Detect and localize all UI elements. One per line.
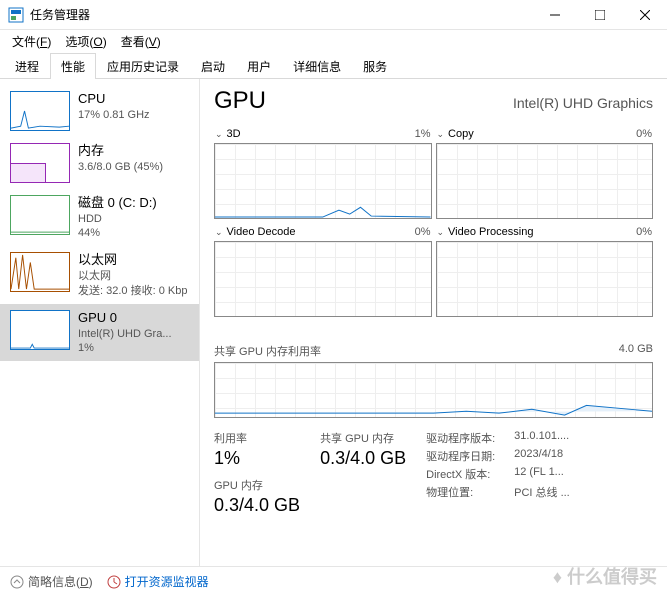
tab-processes[interactable]: 进程 (4, 53, 50, 79)
main-panel: GPU Intel(R) UHD Graphics ⌄3D 1% ⌄Copy 0… (200, 79, 667, 566)
ethernet-sub2: 发送: 32.0 接收: 0 Kbp (78, 284, 187, 298)
sidebar-item-ethernet[interactable]: 以太网 以太网 发送: 32.0 接收: 0 Kbp (0, 246, 199, 303)
app-icon (8, 7, 24, 23)
content: CPU 17% 0.81 GHz 内存 3.6/8.0 GB (45%) 磁盘 … (0, 79, 667, 566)
chart-decode-label[interactable]: ⌄Video Decode (215, 226, 295, 238)
maximize-button[interactable] (577, 0, 622, 29)
fewer-details-link[interactable]: 简略信息(D) (10, 573, 93, 590)
tab-details[interactable]: 详细信息 (282, 53, 352, 79)
gpu-mem-value: 0.3/4.0 GB (214, 495, 300, 516)
footer: 简略信息(D) 打开资源监视器 (0, 566, 667, 596)
tab-users[interactable]: 用户 (236, 53, 282, 79)
tab-performance[interactable]: 性能 (50, 53, 96, 79)
chart-copy-label[interactable]: ⌄Copy (437, 128, 474, 140)
device-name: Intel(R) UHD Graphics (513, 95, 653, 111)
ethernet-title: 以太网 (78, 252, 187, 269)
menu-options[interactable]: 选项(O) (59, 31, 112, 52)
menubar: 文件(F) 选项(O) 查看(V) (0, 30, 667, 52)
menu-file[interactable]: 文件(F) (6, 31, 57, 52)
gpu-sub1: Intel(R) UHD Gra... (78, 327, 172, 341)
tab-services[interactable]: 服务 (352, 53, 398, 79)
gpu-sub2: 1% (78, 341, 172, 355)
chart-shared-memory[interactable] (214, 362, 653, 418)
tab-startup[interactable]: 启动 (190, 53, 236, 79)
memory-title: 内存 (78, 143, 163, 160)
chart-decode[interactable]: ⌄Video Decode 0% (214, 241, 432, 317)
cpu-title: CPU (78, 91, 150, 108)
open-resmon-link[interactable]: 打开资源监视器 (107, 573, 209, 590)
disk-title: 磁盘 0 (C: D:) (78, 195, 157, 212)
sidebar-item-cpu[interactable]: CPU 17% 0.81 GHz (0, 85, 199, 137)
disk-sub1: HDD (78, 212, 157, 226)
sidebar-item-memory[interactable]: 内存 3.6/8.0 GB (45%) (0, 137, 199, 189)
gpu-thumbnail (10, 310, 70, 350)
gpu-mem-label: GPU 内存 (214, 477, 300, 493)
shared-mem-label: 共享 GPU 内存 (320, 430, 406, 446)
chart-copy[interactable]: ⌄Copy 0% (436, 143, 654, 219)
chevron-up-icon (10, 575, 24, 589)
disk-thumbnail (10, 195, 70, 235)
shared-label: 共享 GPU 内存利用率 (214, 346, 321, 358)
gpu-title: GPU 0 (78, 310, 172, 327)
sidebar-item-gpu[interactable]: GPU 0 Intel(R) UHD Gra... 1% (0, 304, 199, 361)
chart-copy-pct: 0% (636, 128, 652, 140)
tabbar: 进程 性能 应用历史记录 启动 用户 详细信息 服务 (0, 52, 667, 79)
chart-3d-pct: 1% (415, 128, 431, 140)
cpu-thumbnail (10, 91, 70, 131)
shared-max: 4.0 GB (619, 343, 653, 355)
chart-process-pct: 0% (636, 226, 652, 238)
chevron-down-icon: ⌄ (437, 129, 445, 140)
chart-3d[interactable]: ⌄3D 1% (214, 143, 432, 219)
sidebar-item-disk[interactable]: 磁盘 0 (C: D:) HDD 44% (0, 189, 199, 246)
shared-mem-value: 0.3/4.0 GB (320, 448, 406, 469)
window-controls (532, 0, 667, 29)
cpu-sub: 17% 0.81 GHz (78, 108, 150, 122)
resmon-icon (107, 575, 121, 589)
ethernet-sub1: 以太网 (78, 269, 187, 283)
chart-decode-pct: 0% (415, 226, 431, 238)
close-button[interactable] (622, 0, 667, 29)
util-value: 1% (214, 448, 300, 469)
chevron-down-icon: ⌄ (215, 227, 223, 238)
window-title: 任务管理器 (30, 6, 532, 23)
page-title: GPU (214, 87, 266, 115)
minimize-button[interactable] (532, 0, 577, 29)
tab-history[interactable]: 应用历史记录 (96, 53, 190, 79)
chevron-down-icon: ⌄ (215, 129, 223, 140)
chart-process[interactable]: ⌄Video Processing 0% (436, 241, 654, 317)
util-label: 利用率 (214, 430, 300, 446)
chart-process-label[interactable]: ⌄Video Processing (437, 226, 534, 238)
sidebar: CPU 17% 0.81 GHz 内存 3.6/8.0 GB (45%) 磁盘 … (0, 79, 200, 566)
disk-sub2: 44% (78, 226, 157, 240)
chevron-down-icon: ⌄ (437, 227, 445, 238)
memory-sub: 3.6/8.0 GB (45%) (78, 160, 163, 174)
menu-view[interactable]: 查看(V) (115, 31, 167, 52)
chart-3d-label[interactable]: ⌄3D (215, 128, 241, 140)
memory-thumbnail (10, 143, 70, 183)
titlebar: 任务管理器 (0, 0, 667, 30)
ethernet-thumbnail (10, 252, 70, 292)
detail-column: 驱动程序版本:31.0.101.... 驱动程序日期:2023/4/18 Dir… (426, 430, 570, 516)
